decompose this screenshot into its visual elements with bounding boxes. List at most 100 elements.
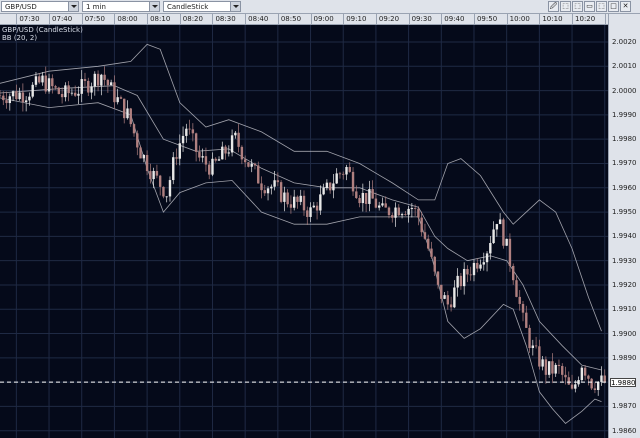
candle-body [436, 271, 440, 285]
candle-body [237, 132, 240, 147]
candle-body [528, 327, 531, 349]
minimize-button[interactable]: ▭ [584, 1, 595, 12]
candle-body [38, 76, 41, 83]
restore-button[interactable]: ⬚ [596, 1, 607, 12]
timeframe-select[interactable]: 1 min [82, 1, 160, 12]
candle-body [417, 208, 420, 218]
candle-body [227, 152, 231, 154]
candle-body [263, 190, 266, 194]
candle-body [583, 367, 587, 376]
candle-body [5, 100, 8, 104]
chevron-down-icon[interactable] [149, 2, 159, 11]
candle-body [544, 359, 548, 375]
candle-body [596, 381, 600, 390]
candle-body [185, 128, 188, 136]
candle-body [204, 156, 208, 165]
candle-body [214, 158, 217, 161]
time-tick: 08:20 [179, 14, 203, 24]
maximize-button[interactable]: □ [608, 1, 619, 12]
candle-body [469, 274, 472, 276]
candle-body [175, 157, 178, 159]
layout-button[interactable]: ⬚ [560, 1, 571, 12]
chart-toolbar: GBP/USD 1 min CandleStick 🖉 ⬚ ⬚ ▭ ⬚ □ ✕ [0, 0, 640, 14]
time-tick: 07:50 [81, 14, 105, 24]
candle-body [57, 87, 61, 94]
candle-body [2, 95, 5, 101]
chart-type-select[interactable]: CandleStick [163, 1, 241, 12]
symbol-select[interactable]: GBP/USD [1, 1, 79, 12]
candle-body [155, 170, 159, 176]
layout-button-2[interactable]: ⬚ [572, 1, 583, 12]
chevron-down-icon[interactable] [68, 2, 78, 11]
candle-body [90, 86, 93, 93]
candle-body [60, 93, 64, 98]
candle-body [472, 262, 476, 276]
candle-body [181, 135, 185, 144]
candle-body [397, 207, 400, 216]
draw-tool-button[interactable]: 🖉 [548, 1, 559, 12]
candle-body [188, 128, 191, 130]
candle-body [479, 264, 482, 269]
candle-body [168, 180, 172, 197]
time-tick: 09:50 [473, 14, 497, 24]
candle-body [0, 95, 2, 97]
price-tick: 1.9870 [612, 402, 637, 411]
price-tick: 1.9930 [612, 256, 637, 265]
candle-body [11, 91, 15, 97]
candle-body [322, 187, 325, 195]
price-tick: 1.9970 [612, 159, 637, 168]
candle-body [587, 375, 590, 379]
time-tick: 08:50 [277, 14, 301, 24]
candle-body [459, 275, 463, 287]
candle-body [139, 147, 142, 159]
price-tick: 1.9900 [612, 329, 637, 338]
candle-body [80, 79, 83, 94]
candle-body [208, 164, 211, 175]
chevron-down-icon[interactable] [230, 2, 240, 11]
candle-body [407, 208, 410, 215]
candle-body [325, 182, 329, 188]
candle-body [564, 374, 567, 378]
time-tick: 09:00 [310, 14, 334, 24]
candle-body [103, 74, 106, 80]
candle-body [73, 92, 77, 96]
candlestick-chart[interactable]: GBP/USD (CandleStick) BB (20, 2) [0, 25, 608, 438]
candle-body [567, 377, 570, 385]
candle-body [485, 253, 489, 263]
candle-body [162, 186, 165, 197]
candle-body [377, 205, 381, 208]
candle-body [345, 166, 348, 175]
candle-body [391, 215, 394, 218]
candle-body [224, 146, 227, 154]
candle-body [505, 238, 508, 246]
price-tick: 2.0020 [612, 38, 637, 46]
candle-body [400, 214, 404, 216]
candle-body [374, 198, 378, 208]
candle-body [394, 207, 397, 218]
price-tick: 1.9920 [612, 280, 637, 289]
price-tick: 1.9950 [612, 208, 637, 217]
candle-body [466, 268, 469, 275]
price-tick: 2.0010 [612, 62, 637, 71]
candle-body [145, 154, 149, 172]
candle-body [87, 80, 90, 93]
candle-body [554, 364, 557, 374]
candle-body [24, 100, 28, 103]
candle-body [502, 219, 505, 246]
price-tick: 1.9940 [612, 232, 637, 241]
candle-body [420, 217, 423, 233]
time-tick: 09:40 [441, 14, 464, 24]
candle-body [257, 165, 260, 184]
candle-body [302, 195, 306, 211]
candle-body [136, 133, 139, 148]
candle-body [512, 265, 515, 281]
candle-body [557, 364, 561, 367]
candle-body [132, 124, 136, 134]
candle-body [21, 92, 25, 103]
candle-body [283, 192, 286, 202]
candle-body [296, 196, 299, 202]
candle-body [570, 384, 574, 389]
candle-body [427, 238, 430, 249]
close-button[interactable]: ✕ [620, 1, 631, 12]
price-tick: 2.0000 [612, 86, 637, 95]
